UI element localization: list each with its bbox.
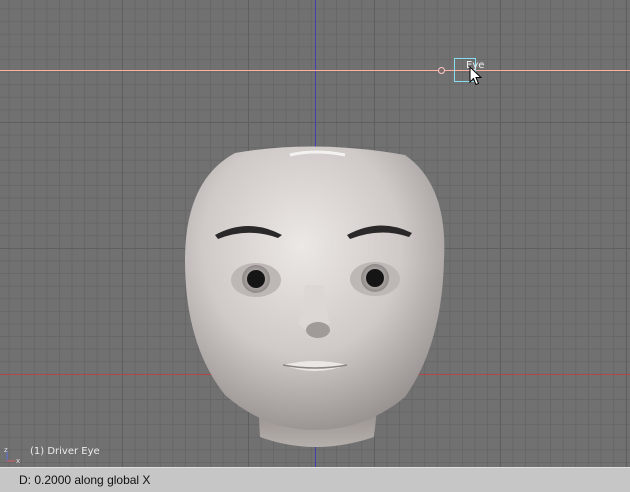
svg-text:z: z [4,446,8,454]
svg-text:x: x [16,457,20,464]
global-x-constraint-line [0,70,630,71]
arrow-pointer-icon [469,66,483,86]
transform-readout: D: 0.2000 along global X [19,473,151,487]
object-origin-dot [438,67,445,74]
3d-viewport[interactable]: Eye z x (1) Driver Eye [0,0,630,467]
xz-axis-gizmo-icon: z x [4,446,20,464]
header-status-bar: D: 0.2000 along global X [0,467,630,492]
head-model[interactable] [180,145,450,455]
frame-object-info: (1) Driver Eye [30,446,100,457]
